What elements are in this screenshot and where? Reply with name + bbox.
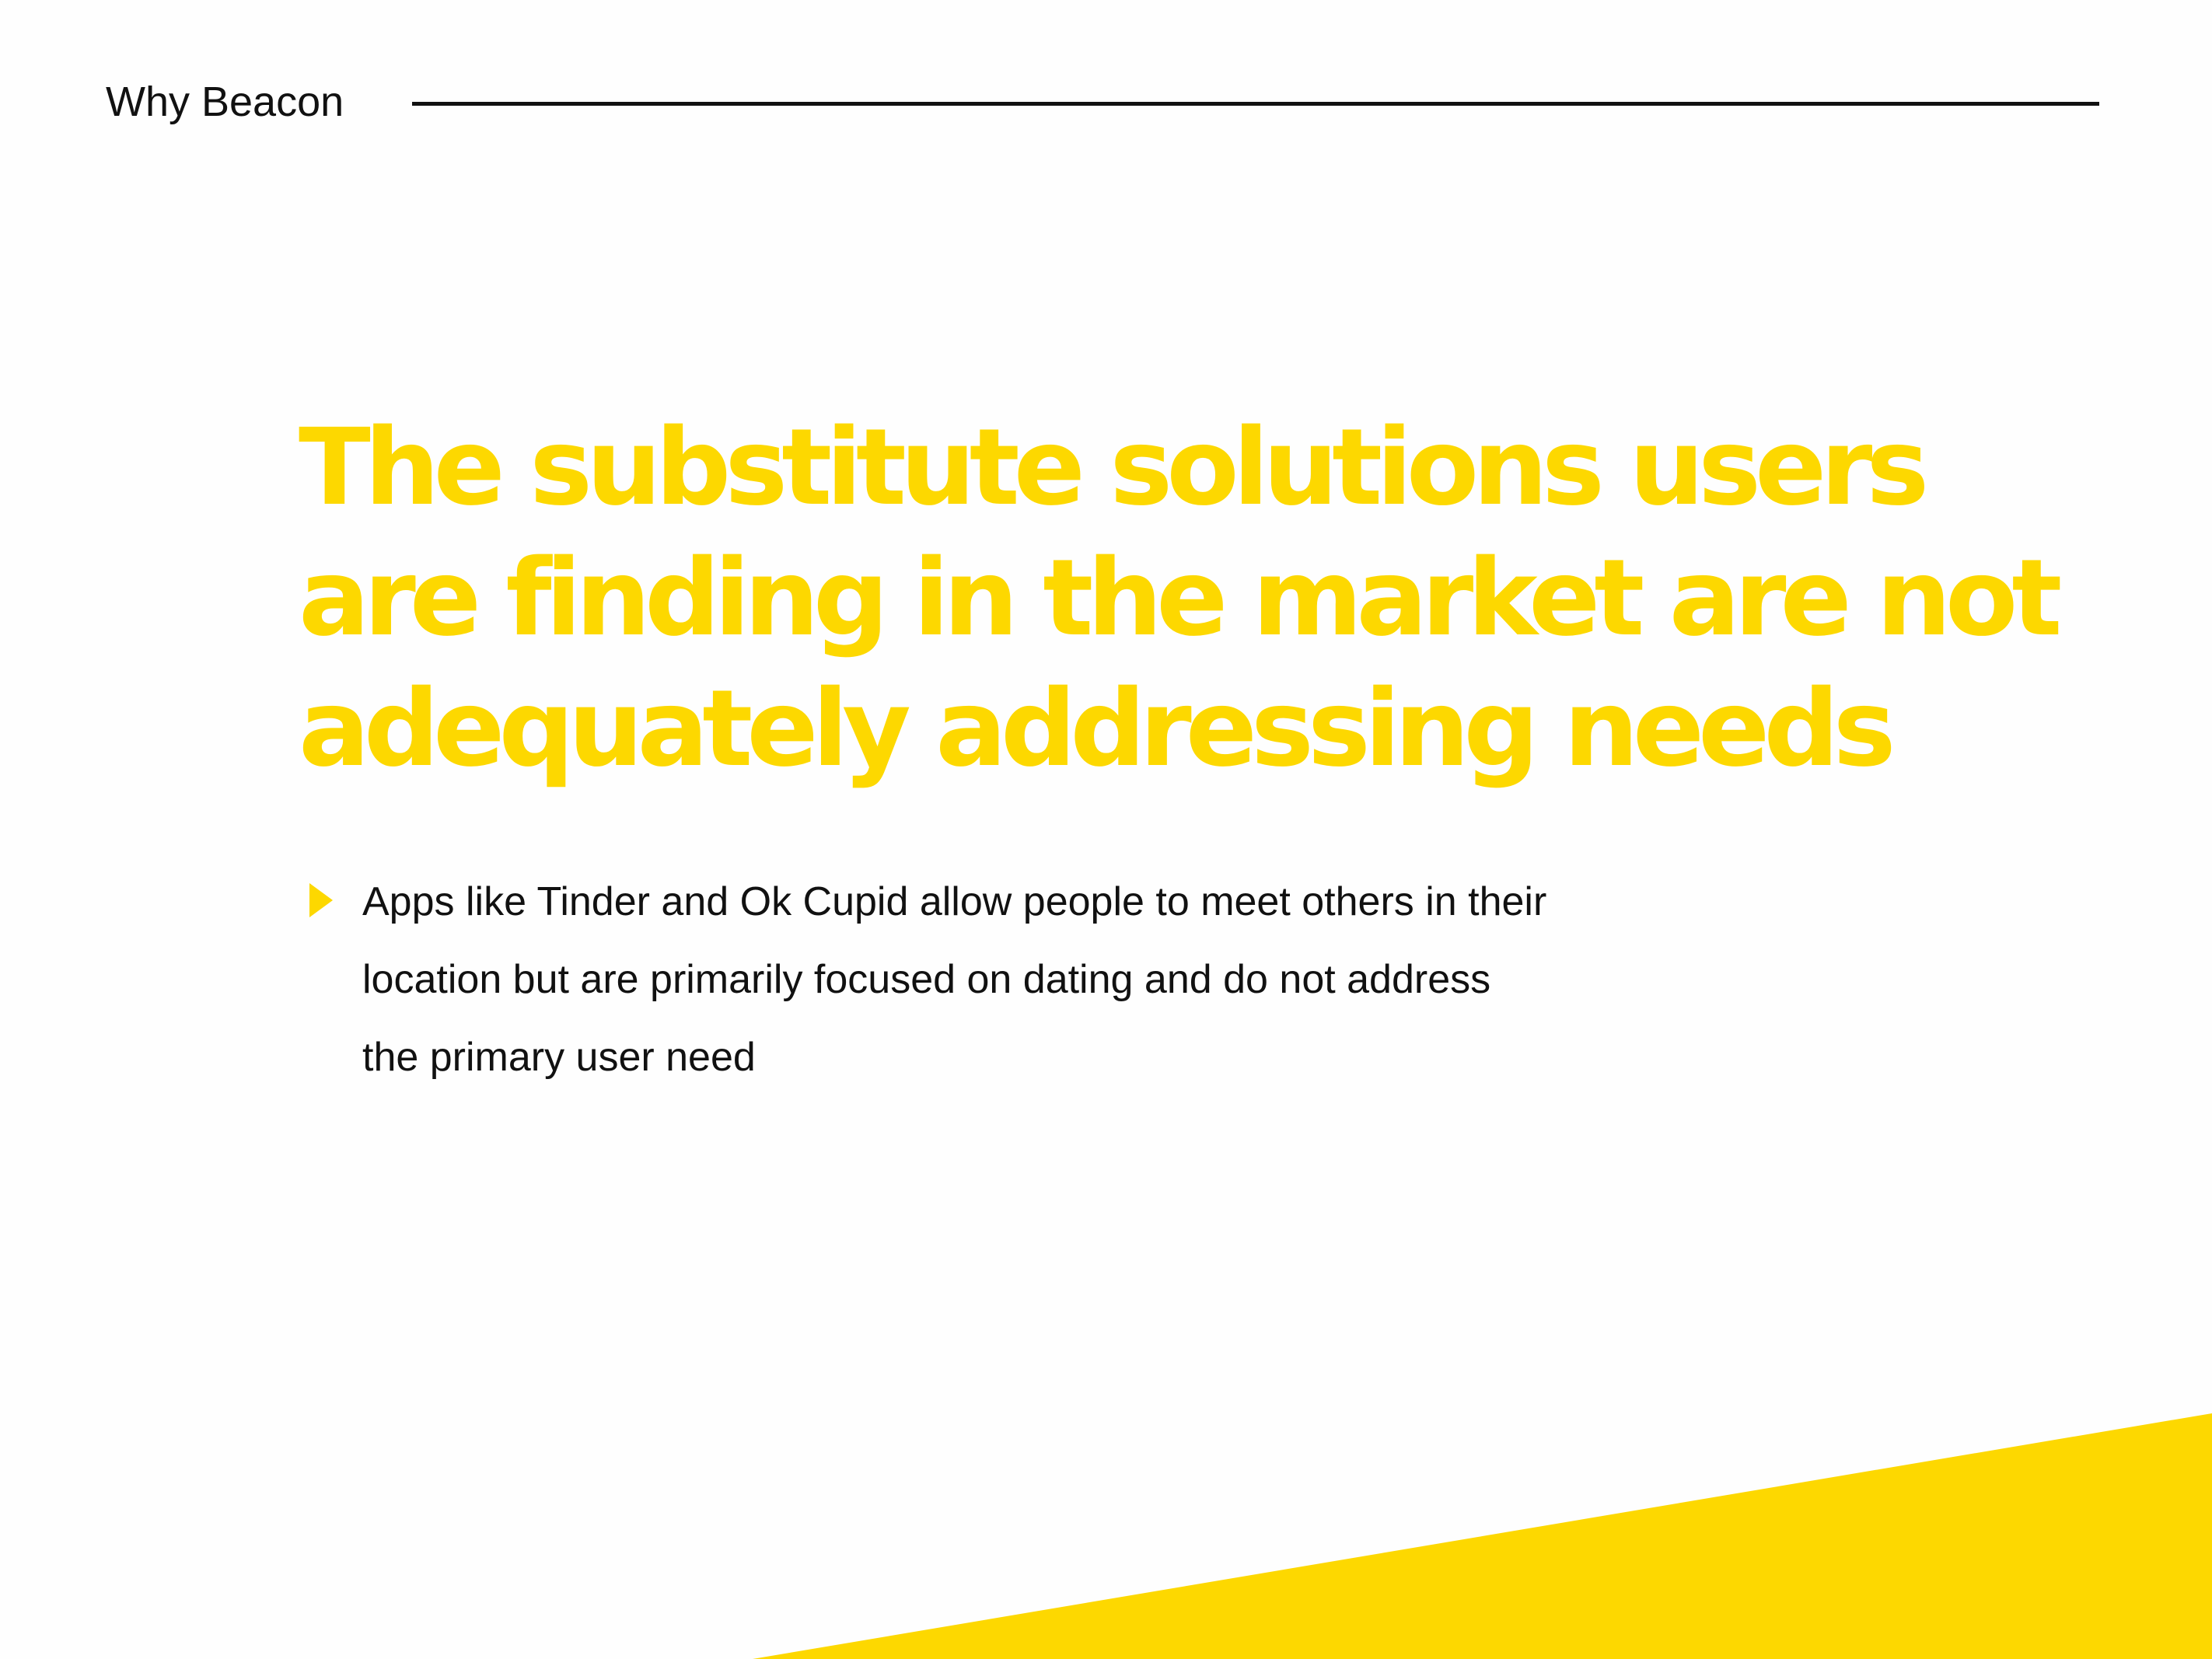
headline-line: are finding in the market are not: [299, 537, 2062, 660]
slide: Why Beacon The substitute solutions user…: [0, 0, 2212, 1659]
bullet-item: Apps like Tinder and Ok Cupid allow peop…: [362, 863, 1762, 1096]
triangle-bullet-icon: [309, 883, 333, 917]
bullet-text-line: location but are primarily focused on da…: [362, 957, 1491, 1002]
headline-line: The substitute solutions users: [299, 407, 1929, 529]
headline-line: adequately addressing needs: [299, 668, 1896, 791]
header-divider: [412, 102, 2099, 106]
yellow-accent-shape: [753, 1413, 2212, 1659]
headline: The substitute solutions users are findi…: [299, 403, 2062, 795]
bullet-text-line: the primary user need: [362, 1035, 756, 1080]
section-label: Why Beacon: [106, 79, 344, 125]
bullet-text-line: Apps like Tinder and Ok Cupid allow peop…: [362, 879, 1547, 924]
